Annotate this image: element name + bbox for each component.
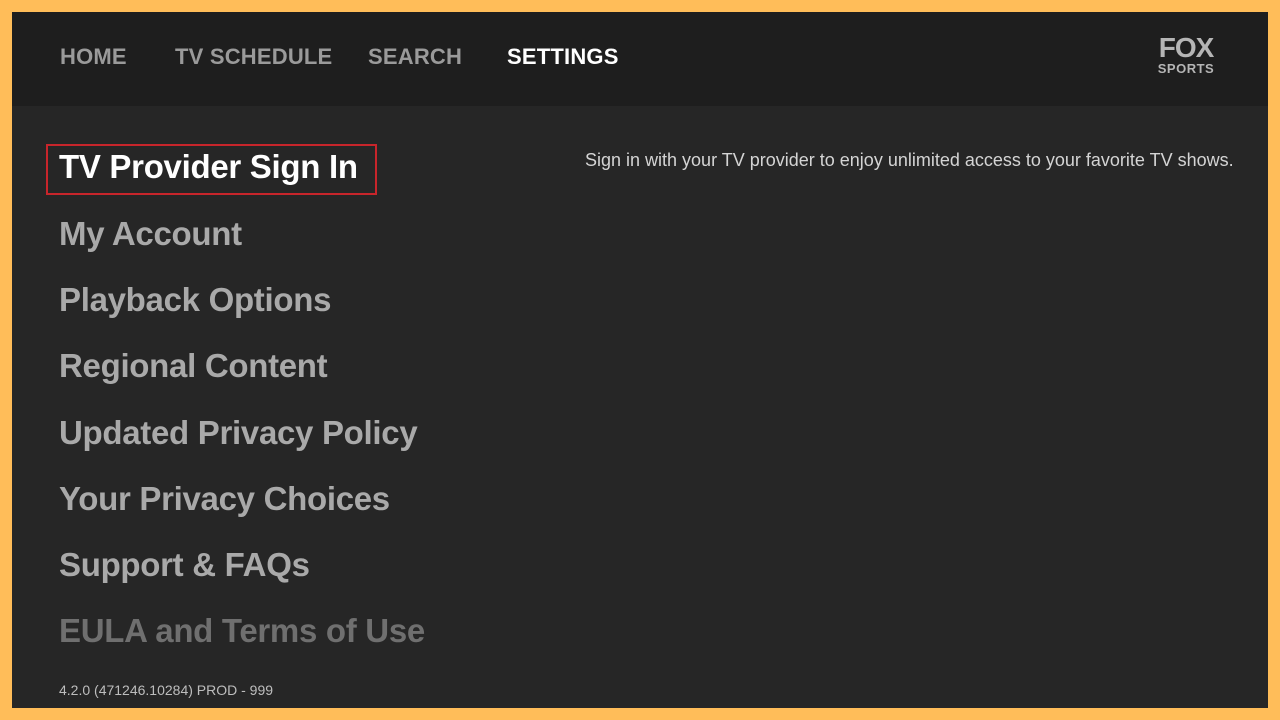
logo-text-top: FOX (1158, 32, 1215, 63)
menu-item-updated-privacy-policy[interactable]: Updated Privacy Policy (59, 414, 418, 452)
nav-tv-schedule[interactable]: TV SCHEDULE (175, 44, 332, 70)
menu-item-playback-options[interactable]: Playback Options (59, 281, 331, 319)
nav-search[interactable]: SEARCH (368, 44, 462, 70)
menu-item-tv-provider-sign-in[interactable]: TV Provider Sign In (59, 148, 358, 186)
top-navigation: HOME TV SCHEDULE SEARCH SETTINGS FOX SPO… (12, 12, 1268, 106)
menu-item-regional-content[interactable]: Regional Content (59, 347, 328, 385)
fox-sports-logo: FOX SPORTS (1151, 34, 1221, 78)
setting-description: Sign in with your TV provider to enjoy u… (585, 150, 1234, 170)
app-version: 4.2.0 (471246.10284) PROD - 999 (59, 682, 274, 698)
menu-item-your-privacy-choices[interactable]: Your Privacy Choices (59, 480, 390, 518)
menu-item-support-faqs[interactable]: Support & FAQs (59, 546, 310, 584)
logo-text-bottom: SPORTS (1157, 61, 1215, 76)
tv-app-screen: HOME TV SCHEDULE SEARCH SETTINGS FOX SPO… (12, 12, 1268, 708)
menu-item-eula-terms[interactable]: EULA and Terms of Use (59, 612, 425, 650)
nav-home[interactable]: HOME (60, 44, 127, 70)
nav-settings[interactable]: SETTINGS (507, 44, 619, 70)
menu-item-my-account[interactable]: My Account (59, 215, 242, 253)
